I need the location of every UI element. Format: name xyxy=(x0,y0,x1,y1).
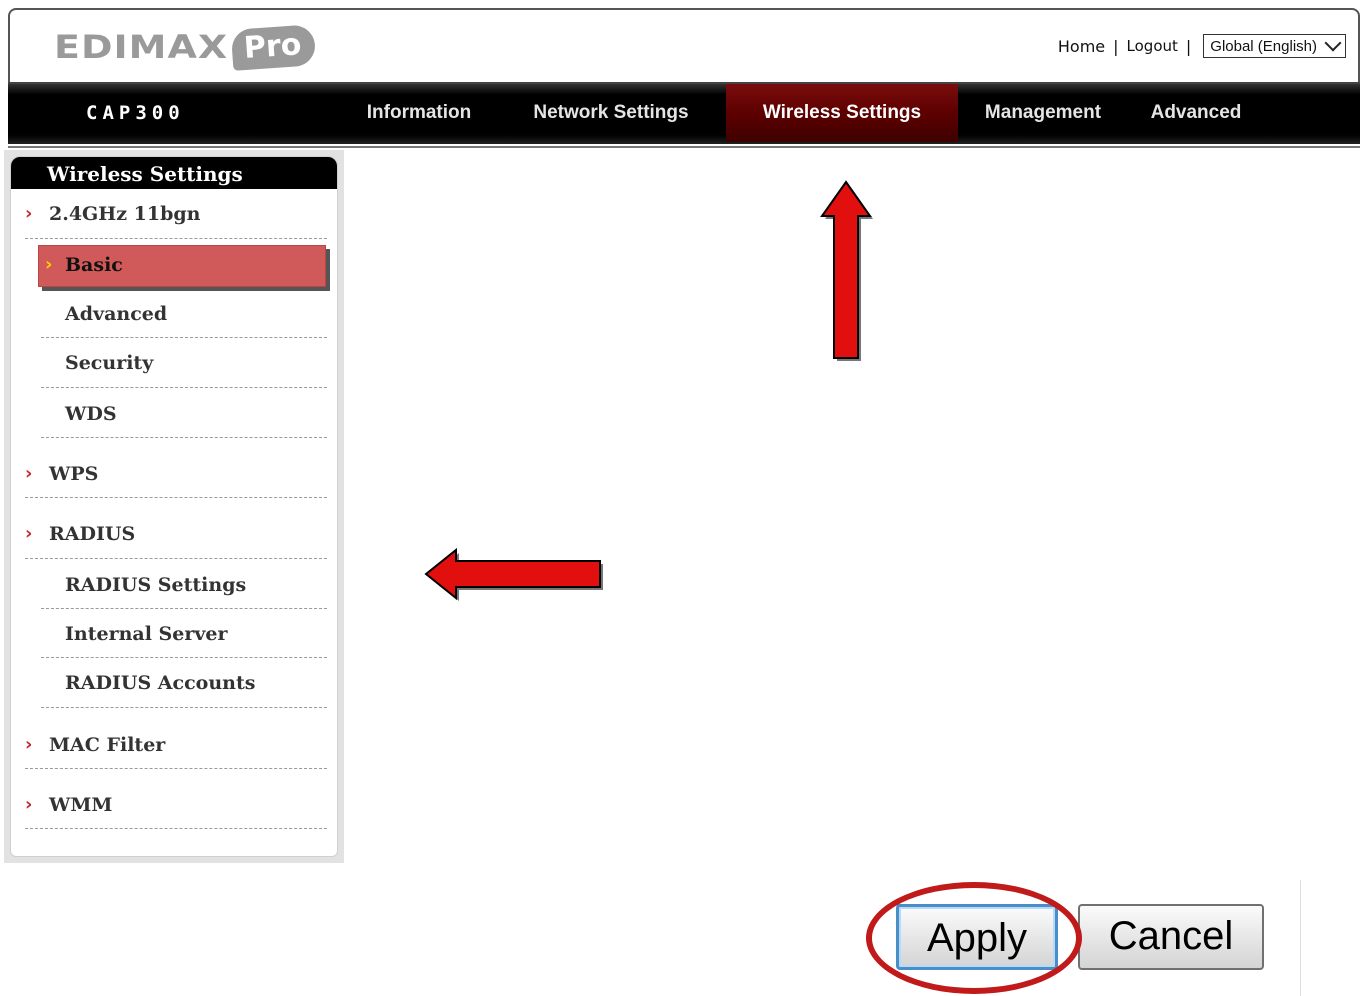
model-name: CAP300 xyxy=(86,102,185,124)
divider xyxy=(41,608,327,609)
sidebar-item-radius[interactable]: › RADIUS xyxy=(25,523,136,545)
sidebar-item-label: MAC Filter xyxy=(49,734,166,756)
divider xyxy=(41,387,327,388)
sidebar-item-wps[interactable]: › WPS xyxy=(25,463,99,485)
divider xyxy=(25,558,327,559)
nav-information[interactable]: Information xyxy=(348,84,490,142)
cancel-button[interactable]: Cancel xyxy=(1078,904,1264,970)
divider xyxy=(41,707,327,708)
sidebar-item-security[interactable]: Security xyxy=(65,352,153,374)
sidebar-item-internal-server[interactable]: Internal Server xyxy=(65,623,228,645)
nav-wireless-settings[interactable]: Wireless Settings xyxy=(726,84,958,142)
nav-advanced[interactable]: Advanced xyxy=(1136,84,1256,142)
divider xyxy=(41,437,327,438)
nav-management[interactable]: Management xyxy=(970,84,1116,142)
sidebar-item-advanced[interactable]: Advanced xyxy=(65,303,167,325)
divider xyxy=(25,828,327,829)
sidebar-frame: Wireless Settings › 2.4GHz 11bgn › Basic… xyxy=(4,150,344,863)
sidebar-item-label: WMM xyxy=(49,794,113,816)
logo-badge: Pro xyxy=(230,23,317,71)
sidebar-item-radius-settings[interactable]: RADIUS Settings xyxy=(65,574,246,596)
divider xyxy=(41,657,327,658)
up-arrow-icon xyxy=(820,180,873,361)
language-select[interactable]: Global (English) xyxy=(1203,34,1346,58)
chevron-right-icon: › xyxy=(25,463,33,484)
sidebar-item-radius-accounts[interactable]: RADIUS Accounts xyxy=(65,672,255,694)
chevron-right-icon: › xyxy=(25,203,33,224)
sidebar-item-label: Basic xyxy=(65,254,123,276)
page-header: EDIMAX Pro Home | Logout | Global (Engli… xyxy=(8,8,1360,82)
divider xyxy=(41,337,327,338)
sidebar-item-basic[interactable]: › Basic xyxy=(38,245,326,287)
main-nav: CAP300 Information Network Settings Wire… xyxy=(8,82,1360,148)
sidebar-item-label: WPS xyxy=(49,463,99,485)
link-separator: | xyxy=(1113,36,1119,56)
chevron-right-icon: › xyxy=(25,794,33,815)
chevron-right-icon: › xyxy=(45,254,53,275)
home-link[interactable]: Home xyxy=(1058,37,1105,56)
left-arrow-icon xyxy=(424,547,603,601)
language-selected: Global (English) xyxy=(1210,37,1317,55)
divider xyxy=(25,497,327,498)
sidebar-item-label: 2.4GHz 11bgn xyxy=(49,203,201,225)
link-separator: | xyxy=(1185,36,1192,56)
nav-network-settings[interactable]: Network Settings xyxy=(516,84,706,142)
sidebar-item-label: RADIUS xyxy=(49,523,136,545)
sidebar: Wireless Settings › 2.4GHz 11bgn › Basic… xyxy=(10,156,338,857)
chevron-right-icon: › xyxy=(25,734,33,755)
sidebar-item-band[interactable]: › 2.4GHz 11bgn xyxy=(25,203,201,225)
divider xyxy=(25,238,327,239)
logo-text: EDIMAX xyxy=(54,28,229,66)
highlight-circle xyxy=(866,882,1082,994)
sidebar-item-wds[interactable]: WDS xyxy=(65,403,117,425)
divider xyxy=(25,768,327,769)
sidebar-item-wmm[interactable]: › WMM xyxy=(25,794,113,816)
logout-link[interactable]: Logout xyxy=(1127,37,1178,55)
chevron-down-icon xyxy=(1324,34,1342,52)
top-links: Home | Logout | Global (English) xyxy=(1058,34,1346,58)
sidebar-title: Wireless Settings xyxy=(11,157,337,189)
divider xyxy=(1300,880,1301,996)
chevron-right-icon: › xyxy=(25,523,33,544)
edimax-pro-logo: EDIMAX Pro xyxy=(54,22,317,72)
sidebar-item-mac-filter[interactable]: › MAC Filter xyxy=(25,734,166,756)
